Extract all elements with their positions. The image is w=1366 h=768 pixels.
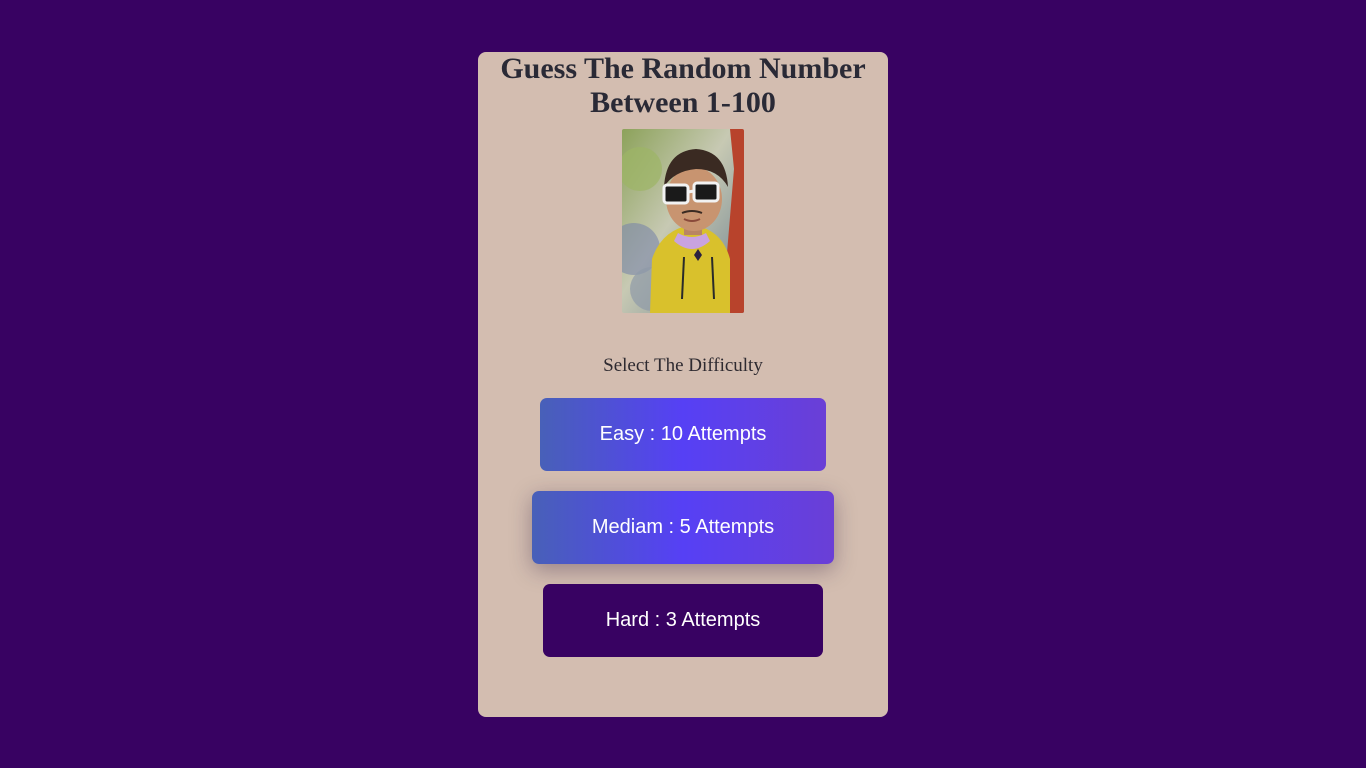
hard-difficulty-button[interactable]: Hard : 3 Attempts [543, 584, 823, 657]
profile-photo [622, 129, 744, 313]
easy-difficulty-button[interactable]: Easy : 10 Attempts [540, 398, 826, 471]
title-line-1: Guess The Random Number [500, 52, 866, 85]
title-line-2: Between 1-100 [590, 86, 776, 119]
page-title: Guess The Random Number Between 1-100 [478, 52, 888, 120]
medium-difficulty-button[interactable]: Mediam : 5 Attempts [532, 491, 834, 564]
difficulty-prompt: Select The Difficulty [603, 355, 763, 376]
game-card: Guess The Random Number Between 1-100 Se… [478, 52, 888, 717]
